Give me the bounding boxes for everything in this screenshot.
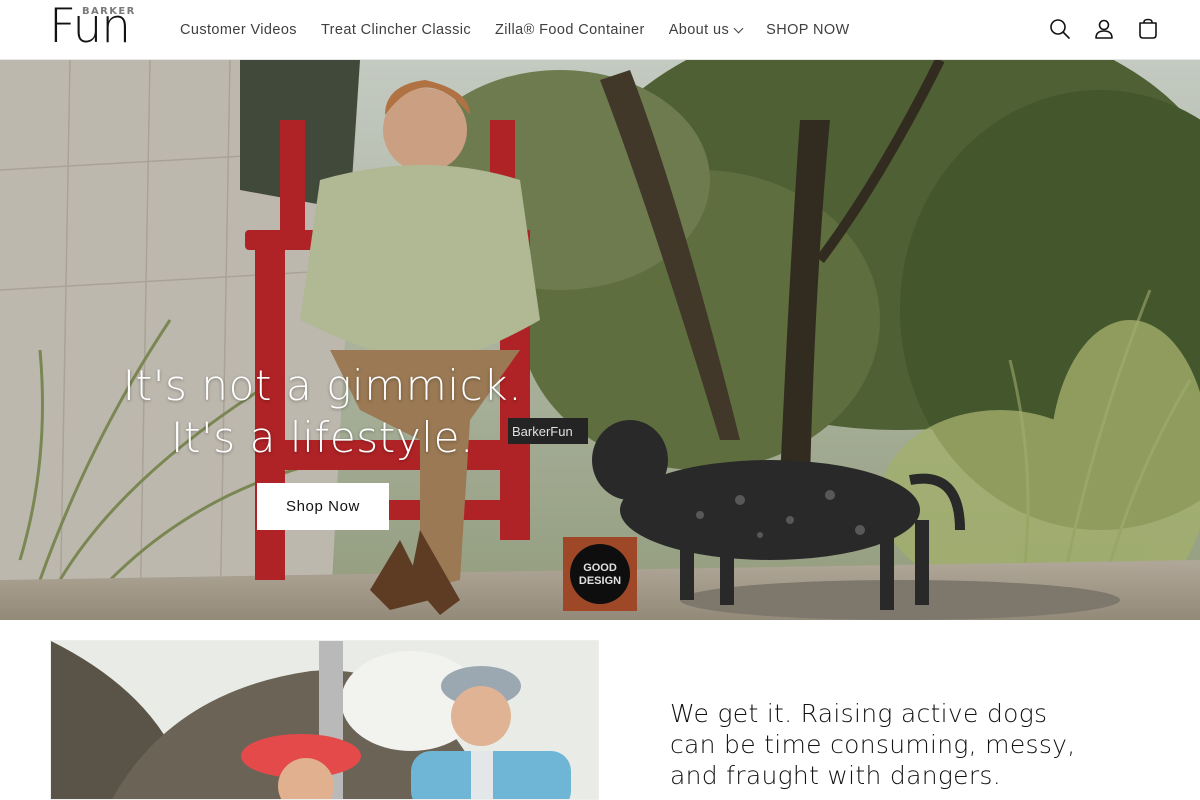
account-icon[interactable] — [1090, 14, 1118, 44]
brand-logo[interactable]: BARKER Fun — [49, 0, 141, 54]
section-text: We get it. Raising active dogs can be ti… — [670, 699, 1076, 790]
section-image — [50, 640, 599, 800]
chevron-down-icon — [733, 23, 744, 34]
nav-label: Treat Clincher Classic — [320, 22, 472, 38]
nav-treat-clincher-classic[interactable]: Treat Clincher Classic — [309, 22, 483, 38]
nav-label: Zilla® Food Container — [495, 22, 645, 38]
site-header: BARKER Fun Customer Videos Treat Clinche… — [0, 0, 1200, 60]
main-nav: Customer Videos Treat Clincher Classic Z… — [168, 0, 862, 60]
search-icon[interactable] — [1046, 14, 1074, 44]
nav-label: About us — [668, 22, 730, 38]
cart-icon[interactable] — [1134, 14, 1162, 44]
shop-now-button[interactable]: Shop Now — [257, 483, 389, 530]
nav-shop-now[interactable]: SHOP NOW — [754, 22, 862, 38]
nav-zilla-food-container[interactable]: Zilla® Food Container — [483, 22, 657, 38]
hero-banner: BarkerFun GOOD DESIGN It's not a gimmick… — [0, 60, 1200, 620]
hero-image: BarkerFun GOOD DESIGN — [0, 60, 1200, 620]
nav-customer-videos[interactable]: Customer Videos — [168, 22, 309, 38]
header-icons — [1046, 14, 1162, 44]
hero-heading: It's not a gimmick. It's a lifestyle. — [122, 361, 523, 462]
nav-about-us[interactable]: About us — [657, 22, 754, 38]
nav-label: SHOP NOW — [766, 22, 850, 38]
nav-label: Customer Videos — [180, 22, 297, 38]
logo-main-text: Fun — [49, 0, 131, 54]
